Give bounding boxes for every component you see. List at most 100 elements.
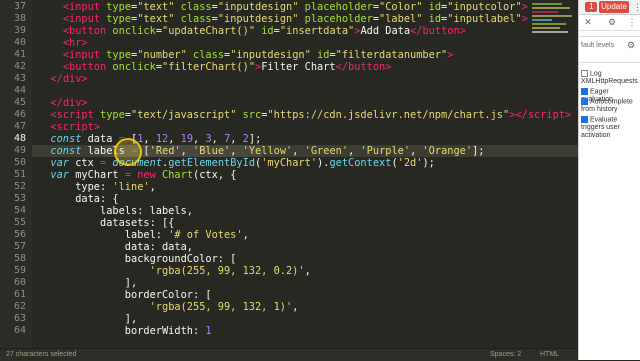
code-line[interactable]: backgroundColor: [: [38, 253, 237, 265]
line-number: 59: [13, 265, 26, 276]
code-token: 'rgba(255, 99, 132, 1)': [149, 301, 293, 313]
log-levels-dropdown[interactable]: fault levels: [581, 42, 614, 49]
line-number: 57: [13, 241, 26, 252]
code-token: id: [422, 13, 442, 25]
line-number: 42: [13, 61, 26, 72]
code-token: var: [50, 169, 70, 181]
code-line[interactable]: datasets: [{: [38, 217, 174, 229]
line-number: 54: [13, 205, 26, 216]
code-line[interactable]: data: data,: [38, 241, 193, 253]
code-token: 'rgba(255, 99, 132, 0.2)': [149, 265, 305, 277]
code-token: (ctx, {: [193, 169, 237, 181]
code-token: type: [100, 1, 132, 13]
code-token: );: [422, 157, 435, 169]
code-token: 'Yellow': [242, 145, 293, 157]
checkbox[interactable]: [581, 70, 588, 77]
code-line[interactable]: </div>: [38, 97, 87, 109]
line-number: 39: [13, 25, 26, 36]
error-count-badge[interactable]: 1: [585, 2, 598, 12]
devtools-topbar: 1 Update ⋮: [579, 0, 640, 15]
line-number: 37: [13, 1, 26, 12]
code-token: >: [81, 73, 88, 85]
code-token: ,: [292, 145, 305, 157]
code-line[interactable]: ],: [38, 313, 137, 325]
code-editor[interactable]: 37 38 39 40 41 42 43 44 45 46 47 48 49 50 51 52 53 54 55 56…: [0, 0, 578, 348]
code-token: 1: [205, 325, 212, 337]
code-line[interactable]: <input type="number" class="inputdesign"…: [38, 49, 454, 61]
code-token: ,: [410, 145, 423, 157]
more-icon[interactable]: ⋮: [627, 17, 637, 27]
code-line[interactable]: labels: labels,: [38, 205, 193, 217]
code-token: div: [62, 73, 82, 85]
code-line[interactable]: 'rgba(255, 99, 132, 0.2)',: [38, 265, 311, 277]
code-line[interactable]: var ctx = document.getElementById('myCha…: [38, 157, 435, 169]
mouse-cursor-highlight: [114, 138, 142, 166]
line-number: 41: [13, 49, 26, 60]
code-token: "number": [137, 49, 187, 61]
code-line[interactable]: ],: [38, 277, 137, 289]
option-log-xhr[interactable]: Log XMLHttpRequests: [581, 70, 640, 86]
code-line[interactable]: type: 'line',: [38, 181, 156, 193]
gear-icon[interactable]: ⚙: [607, 17, 617, 27]
line-number: 48: [13, 133, 26, 144]
code-token: src: [236, 109, 262, 121]
code-token: </: [50, 97, 63, 109]
code-line[interactable]: <input type="text" class="inputdesign" p…: [38, 1, 528, 13]
code-line[interactable]: 'rgba(255, 99, 132, 1)',: [38, 301, 299, 313]
code-token: 'line': [112, 181, 150, 193]
line-number: 45: [13, 97, 26, 108]
minimap[interactable]: [530, 0, 578, 40]
code-token: button: [348, 61, 386, 73]
code-token: "inputdesign": [217, 13, 299, 25]
code-token: >: [521, 1, 528, 13]
code-line[interactable]: const data = [1, 12, 19, 3, 7, 2];: [38, 133, 261, 145]
code-line[interactable]: const labels = ['Red', 'Blue', 'Yellow',…: [38, 145, 484, 157]
code-token: "filterdatanumber": [335, 49, 448, 61]
code-token: "inputdesign": [230, 49, 311, 61]
console-settings-icon[interactable]: ⚙: [627, 40, 635, 51]
code-line[interactable]: var myChart = new Chart(ctx, {: [38, 169, 236, 181]
code-token: 'Green': [304, 145, 349, 157]
code-token: >: [521, 13, 528, 25]
line-number: 40: [13, 37, 26, 48]
close-icon[interactable]: ✕: [583, 17, 593, 27]
checkbox[interactable]: [581, 98, 588, 105]
line-number: 61: [13, 289, 26, 300]
code-token: "inputlabel": [447, 13, 522, 25]
code-token: 'Red': [149, 145, 181, 157]
checkbox[interactable]: [581, 116, 588, 123]
code-line[interactable]: </div>: [38, 73, 88, 85]
code-token: Filter Chart: [261, 61, 336, 73]
code-line[interactable]: label: '# of Votes',: [38, 229, 249, 241]
option-autocomplete-history[interactable]: Autocomplete from history: [581, 98, 640, 114]
code-line[interactable]: <script>: [38, 121, 100, 133]
code-line[interactable]: <script type="text/javascript" src="http…: [38, 109, 571, 121]
code-token: 'Purple': [360, 145, 411, 157]
line-number: 47: [13, 121, 26, 132]
kebab-icon[interactable]: ⋮: [633, 1, 640, 13]
code-token: ,: [292, 301, 299, 313]
code-line[interactable]: <button onclick="updateChart()" id="inse…: [38, 25, 466, 37]
code-line[interactable]: <hr>: [38, 37, 88, 49]
code-token: id: [310, 49, 330, 61]
option-evaluate-triggers[interactable]: Evaluate triggers user activation: [581, 116, 640, 140]
indentation-setting[interactable]: Spaces: 2: [490, 349, 521, 361]
code-line[interactable]: data: {: [38, 193, 118, 205]
code-line[interactable]: borderColor: [: [38, 289, 212, 301]
code-token: myChart: [69, 169, 125, 181]
code-token: </: [410, 25, 423, 37]
line-number: 64: [13, 325, 26, 336]
code-line[interactable]: <input type="text" class="inputdesign" p…: [38, 13, 528, 25]
checkbox[interactable]: [581, 88, 588, 95]
code-token: input: [69, 1, 101, 13]
update-button[interactable]: Update: [599, 1, 629, 13]
code-line[interactable]: borderWidth: 1: [38, 325, 212, 337]
syntax-selector[interactable]: HTML: [540, 349, 559, 361]
code-token: ,: [304, 265, 311, 277]
code-line[interactable]: <button onclick="filterChart()">Filter C…: [38, 61, 392, 73]
code-token: '2d': [397, 157, 423, 169]
